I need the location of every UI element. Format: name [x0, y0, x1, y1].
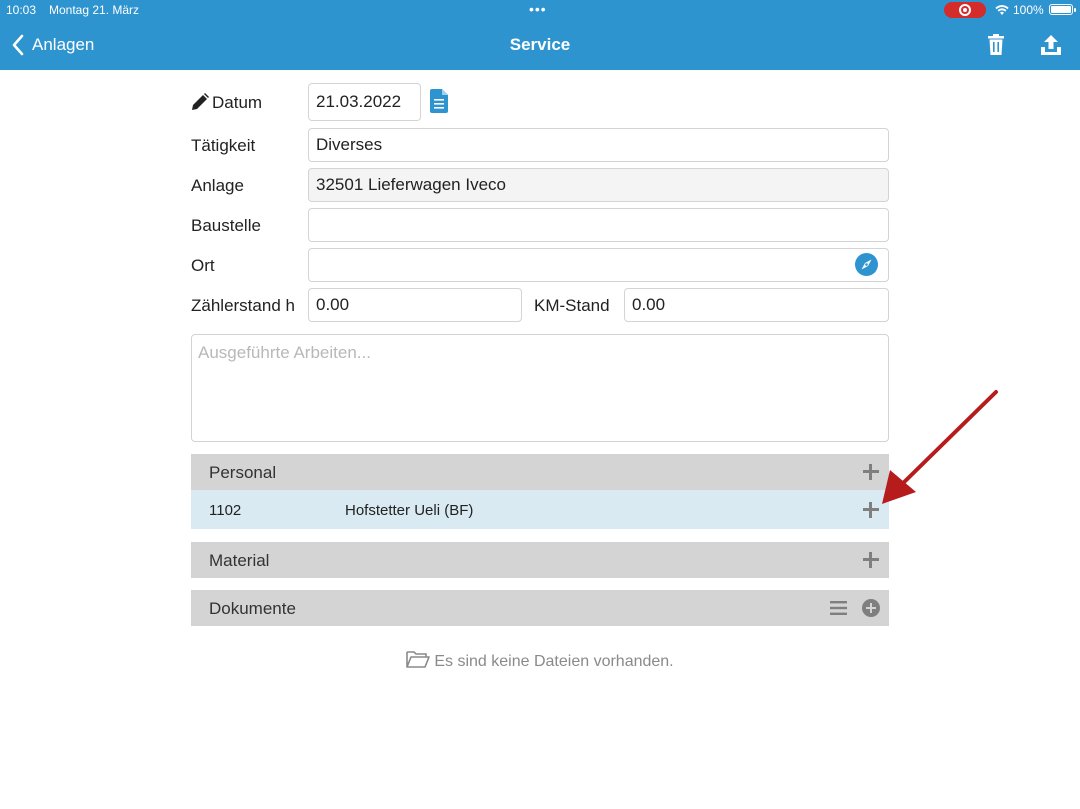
calendar-document-icon[interactable]	[430, 89, 448, 113]
km-stand-label: KM-Stand	[534, 296, 610, 315]
dokumente-section-label: Dokumente	[209, 599, 296, 618]
material-section-label: Material	[209, 551, 270, 570]
personal-section-header: Personal	[191, 454, 889, 490]
datum-label: Datum	[212, 93, 263, 112]
personal-number: 1102	[209, 502, 242, 519]
empty-files-message: Es sind keine Dateien vorhanden.	[0, 650, 1080, 671]
top-bar: 10:03 Montag 21. März ••• 100% Anlagen S…	[0, 0, 1080, 70]
list-icon[interactable]	[830, 601, 847, 615]
datum-field[interactable]	[308, 83, 421, 121]
open-folder-icon	[406, 651, 431, 668]
zaehlerstand-label: Zählerstand h	[191, 296, 295, 315]
baustelle-field[interactable]	[308, 208, 889, 242]
anlage-field[interactable]	[308, 168, 889, 202]
taetigkeit-label: Tätigkeit	[191, 136, 256, 155]
taetigkeit-field[interactable]	[308, 128, 889, 162]
battery-icon	[1049, 4, 1076, 15]
page-title: Service	[509, 35, 571, 54]
add-document-plus-circle-icon[interactable]	[862, 599, 880, 617]
material-section-header: Material	[191, 542, 889, 578]
add-material-plus-icon[interactable]	[863, 552, 879, 568]
screen-recording-icon[interactable]	[944, 2, 986, 18]
personal-name: Hofstetter Ueli (BF)	[345, 502, 474, 519]
anlage-label: Anlage	[191, 176, 244, 195]
empty-files-text: Es sind keine Dateien vorhanden.	[434, 653, 674, 670]
baustelle-label: Baustelle	[191, 216, 261, 235]
personal-row[interactable]: 1102 Hofstetter Ueli (BF)	[191, 490, 889, 529]
multitasking-dots-icon[interactable]: •••	[529, 1, 547, 17]
ort-label: Ort	[191, 256, 215, 275]
status-time: 10:03	[6, 3, 37, 17]
upload-icon[interactable]	[1040, 34, 1062, 56]
personal-section-label: Personal	[209, 463, 277, 482]
ort-field[interactable]	[308, 248, 889, 282]
zaehlerstand-field[interactable]	[308, 288, 522, 322]
status-bar: 10:03 Montag 21. März ••• 100%	[0, 0, 1080, 20]
trash-icon[interactable]	[986, 34, 1006, 56]
wifi-icon	[995, 5, 1009, 15]
dokumente-section-header: Dokumente	[191, 590, 889, 626]
battery-percentage: 100%	[1013, 3, 1044, 17]
arbeiten-textarea[interactable]	[191, 334, 889, 442]
km-stand-field[interactable]	[624, 288, 889, 322]
status-date: Montag 21. März	[49, 3, 140, 17]
annotation-arrow-icon	[882, 390, 998, 504]
compass-icon[interactable]	[855, 253, 878, 276]
pencil-icon	[192, 93, 209, 110]
